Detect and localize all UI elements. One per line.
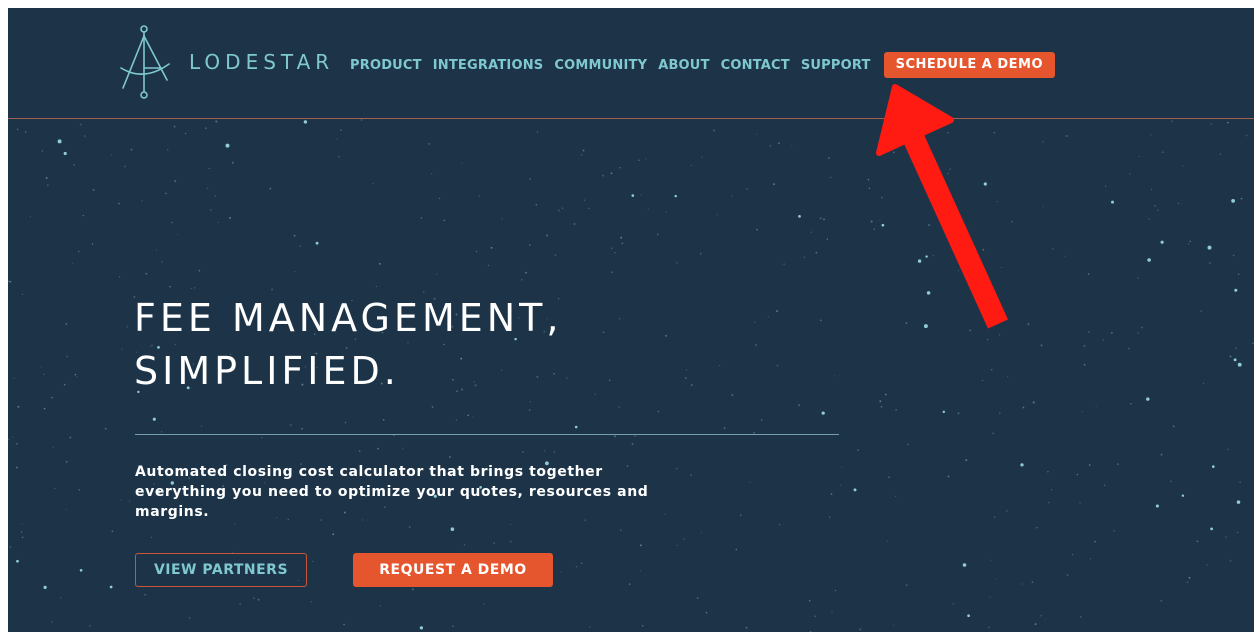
nav-contact[interactable]: CONTACT	[721, 58, 790, 73]
nav-support[interactable]: SUPPORT	[801, 58, 871, 73]
nav-about[interactable]: ABOUT	[658, 58, 709, 73]
header-divider	[8, 118, 1254, 119]
hero-description: Automated closing cost calculator that b…	[135, 464, 649, 520]
brand-name: LODESTAR	[189, 50, 335, 74]
nav-product[interactable]: PRODUCT	[350, 58, 422, 73]
hero-divider	[135, 434, 839, 435]
nav-integrations[interactable]: INTEGRATIONS	[433, 58, 544, 73]
compass-anchor-icon	[120, 25, 170, 99]
page-frame: LODESTAR PRODUCT INTEGRATIONS COMMUNITY …	[8, 8, 1254, 632]
site-header: LODESTAR PRODUCT INTEGRATIONS COMMUNITY …	[8, 8, 1254, 118]
nav-community[interactable]: COMMUNITY	[554, 58, 647, 73]
request-demo-button[interactable]: REQUEST A DEMO	[353, 553, 553, 587]
hero-title-line-1: FEE MANAGEMENT,	[134, 296, 563, 340]
hero-title-line-2: SIMPLIFIED.	[134, 349, 400, 393]
logo[interactable]: LODESTAR	[115, 24, 334, 100]
main-nav: PRODUCT INTEGRATIONS COMMUNITY ABOUT CON…	[350, 52, 1056, 78]
hero-title: FEE MANAGEMENT, SIMPLIFIED.	[134, 292, 562, 398]
view-partners-button[interactable]: VIEW PARTNERS	[135, 553, 307, 587]
schedule-demo-button[interactable]: SCHEDULE A DEMO	[883, 52, 1056, 78]
